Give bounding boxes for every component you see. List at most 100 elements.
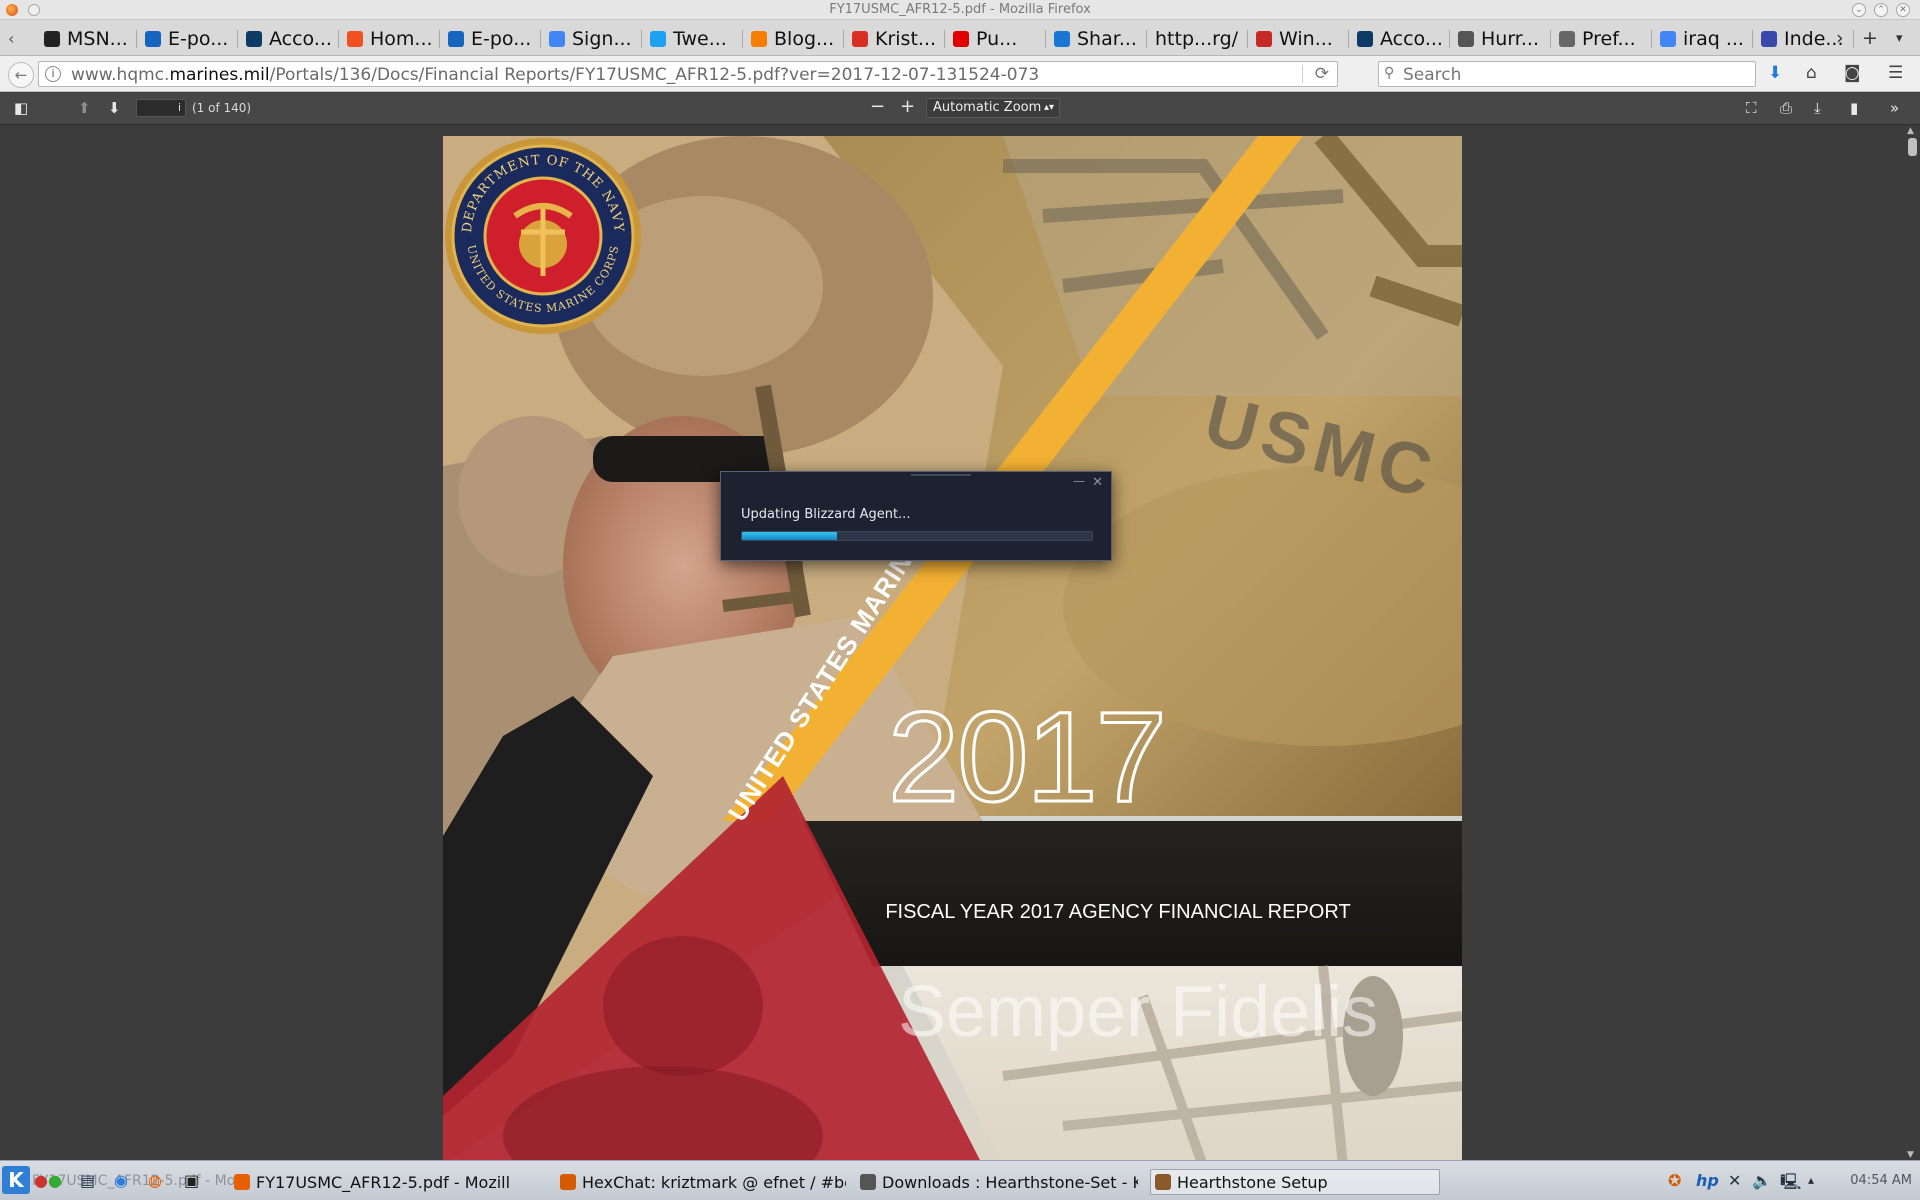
tab-7[interactable]: Blog... xyxy=(743,24,844,54)
pdf-icon xyxy=(1256,31,1272,47)
scrollbar-thumb[interactable] xyxy=(1908,138,1917,156)
quicklaunch-apps2-icon[interactable]: ● xyxy=(48,1171,62,1190)
tab-4[interactable]: E-po... xyxy=(440,24,541,54)
chevron-down-icon: ▴▾ xyxy=(1043,102,1054,113)
viewer-scrollbar[interactable]: ▲ ▼ xyxy=(1905,126,1920,1160)
tab-8[interactable]: Krist... xyxy=(844,24,945,54)
tab-0[interactable]: MSN... xyxy=(36,24,137,54)
close-window-button[interactable]: ✕ xyxy=(1896,3,1910,17)
maximize-window-button[interactable]: ⌃ xyxy=(1874,3,1888,17)
taskbar-task-label: Downloads : Hearthstone-Set - K xyxy=(882,1172,1138,1192)
quicklaunch-apps-icon[interactable]: ● xyxy=(34,1171,48,1190)
tab-1[interactable]: E-po... xyxy=(137,24,238,54)
tray-hp-icon[interactable]: hp xyxy=(1696,1171,1719,1190)
zoom-select[interactable]: Automatic Zoom ▴▾ xyxy=(926,98,1060,118)
download-icon[interactable]: ⬇ xyxy=(1768,63,1782,83)
previous-page-icon[interactable]: ⬆ xyxy=(78,99,91,117)
tab-12[interactable]: Win... xyxy=(1248,24,1349,54)
dialog-minimize-button[interactable]: — xyxy=(1073,474,1085,488)
reload-icon[interactable]: ⟳ xyxy=(1315,64,1329,84)
microsoft-icon xyxy=(347,31,363,47)
taskbar-task-2[interactable]: Downloads : Hearthstone-Set - K xyxy=(856,1169,1138,1195)
tab-label: Krist... xyxy=(875,28,937,50)
tab-list: MSN... E-po... Acco... Hom... E-po... Sign...… xyxy=(36,24,1854,54)
presentation-mode-icon[interactable]: ⛶ xyxy=(1746,99,1757,117)
tab-label: MSN... xyxy=(67,28,128,50)
tab-5[interactable]: Sign... xyxy=(541,24,642,54)
tray-volume-icon[interactable]: 🔈 xyxy=(1752,1171,1772,1190)
taskbar-task-1[interactable]: HexChat: kriztmark @ efnet / #bet xyxy=(556,1169,846,1195)
menu-icon[interactable]: ☰ xyxy=(1888,63,1903,83)
quicklaunch-files-icon[interactable]: ▤ xyxy=(80,1171,95,1190)
zoom-select-value: Automatic Zoom xyxy=(933,100,1042,115)
sidebar-toggle-icon[interactable]: ◧ xyxy=(14,99,28,117)
quicklaunch-terminal-icon[interactable]: ▣ xyxy=(184,1171,199,1190)
dialog-message: Updating Blizzard Agent... xyxy=(741,507,911,522)
bookmark-icon[interactable]: ▮ xyxy=(1850,99,1858,117)
minimize-window-button[interactable]: ⌄ xyxy=(1852,3,1866,17)
quicklaunch-firefox-icon[interactable]: ◍ xyxy=(148,1171,162,1190)
save-icon[interactable]: ⤓ xyxy=(1814,99,1821,117)
account-icon xyxy=(246,31,262,47)
blizzard-update-dialog[interactable]: — ✕ Updating Blizzard Agent... xyxy=(720,471,1112,561)
taskbar-task-label: Hearthstone Setup xyxy=(1177,1172,1328,1192)
tab-label: Win... xyxy=(1279,28,1333,50)
cover-year: 2017 xyxy=(887,685,1169,831)
tab-10[interactable]: Shar... xyxy=(1046,24,1147,54)
dialog-drag-handle[interactable] xyxy=(911,474,971,476)
tab-16[interactable]: iraq ... xyxy=(1652,24,1753,54)
gear-icon xyxy=(1559,31,1575,47)
zoom-in-button[interactable]: + xyxy=(900,96,915,117)
tab-scroll-right-button[interactable]: › xyxy=(1836,27,1844,49)
address-bar[interactable]: i www.hqmc.marines.mil/Portals/136/Docs/… xyxy=(38,61,1338,87)
scroll-down-icon[interactable]: ▼ xyxy=(1907,1150,1914,1160)
site-info-icon[interactable]: i xyxy=(45,66,61,82)
tray-expand-icon[interactable]: ▴ xyxy=(1808,1173,1814,1187)
folder-icon xyxy=(860,1174,876,1190)
tab-2[interactable]: Acco... xyxy=(238,24,339,54)
search-input[interactable]: ⚲ Search xyxy=(1378,61,1756,87)
tools-icon[interactable]: » xyxy=(1890,99,1899,117)
pdf-toolbar: ◧ ⬆ ⬇ i (1 of 140) − + Automatic Zoom ▴▾… xyxy=(0,93,1920,125)
tab-label: Pu... xyxy=(976,28,1018,50)
tray-network-icon[interactable]: 🖳 xyxy=(1780,1171,1801,1198)
home-icon[interactable]: ⌂ xyxy=(1806,63,1817,83)
taskbar-clock[interactable]: 04:54 AM xyxy=(1850,1173,1912,1188)
next-page-icon[interactable]: ⬇ xyxy=(108,99,121,117)
zoom-out-button[interactable]: − xyxy=(870,96,885,117)
msn-icon xyxy=(44,31,60,47)
tab-label: E-po... xyxy=(168,28,229,50)
google-icon xyxy=(1660,31,1676,47)
quicklaunch-globe-icon[interactable]: ◉ xyxy=(114,1171,128,1190)
tab-label: Pref... xyxy=(1582,28,1636,50)
dialog-close-button[interactable]: ✕ xyxy=(1092,475,1103,490)
blogger-icon xyxy=(751,31,767,47)
tab-scroll-left-button[interactable]: ‹ xyxy=(8,29,14,48)
taskbar-task-3[interactable]: Hearthstone Setup xyxy=(1150,1169,1440,1195)
tab-9[interactable]: Pu... xyxy=(945,24,1046,54)
pdf-viewer[interactable]: USMC UNITED STATES MARINE C 2017 DEPARTM… xyxy=(0,126,1905,1160)
tab-13[interactable]: Acco... xyxy=(1349,24,1450,54)
tab-15[interactable]: Pref... xyxy=(1551,24,1652,54)
taskbar-task-0[interactable]: FY17USMC_AFR12-5.pdf - Mozill xyxy=(230,1169,540,1195)
outlook-icon xyxy=(448,31,464,47)
scroll-up-icon[interactable]: ▲ xyxy=(1907,126,1914,136)
print-icon[interactable]: ⎙ xyxy=(1780,99,1792,117)
tab-list-dropdown-icon[interactable]: ▾ xyxy=(1896,31,1903,46)
pocket-icon[interactable]: ◙ xyxy=(1844,63,1861,83)
tab-6[interactable]: Twe... xyxy=(642,24,743,54)
tab-label: Sign... xyxy=(572,28,632,50)
address-domain: marines.mil xyxy=(169,65,270,85)
address-text[interactable]: www.hqmc.marines.mil/Portals/136/Docs/Fi… xyxy=(71,65,1039,85)
back-button[interactable]: ← xyxy=(8,62,34,88)
tab-14[interactable]: Hurr... xyxy=(1450,24,1551,54)
page-number-input[interactable]: i xyxy=(136,99,186,117)
tab-3[interactable]: Hom... xyxy=(339,24,440,54)
tray-tools-icon[interactable]: ✕ xyxy=(1728,1171,1741,1190)
tab-label: Acco... xyxy=(269,28,332,50)
tab-11[interactable]: http...rg/ xyxy=(1147,24,1248,54)
address-prefix: www.hqmc. xyxy=(71,65,170,85)
application-launcher-icon[interactable]: K xyxy=(2,1166,30,1194)
new-tab-button[interactable]: + xyxy=(1862,27,1878,49)
tray-hexchat-icon[interactable]: ✪ xyxy=(1668,1171,1681,1190)
